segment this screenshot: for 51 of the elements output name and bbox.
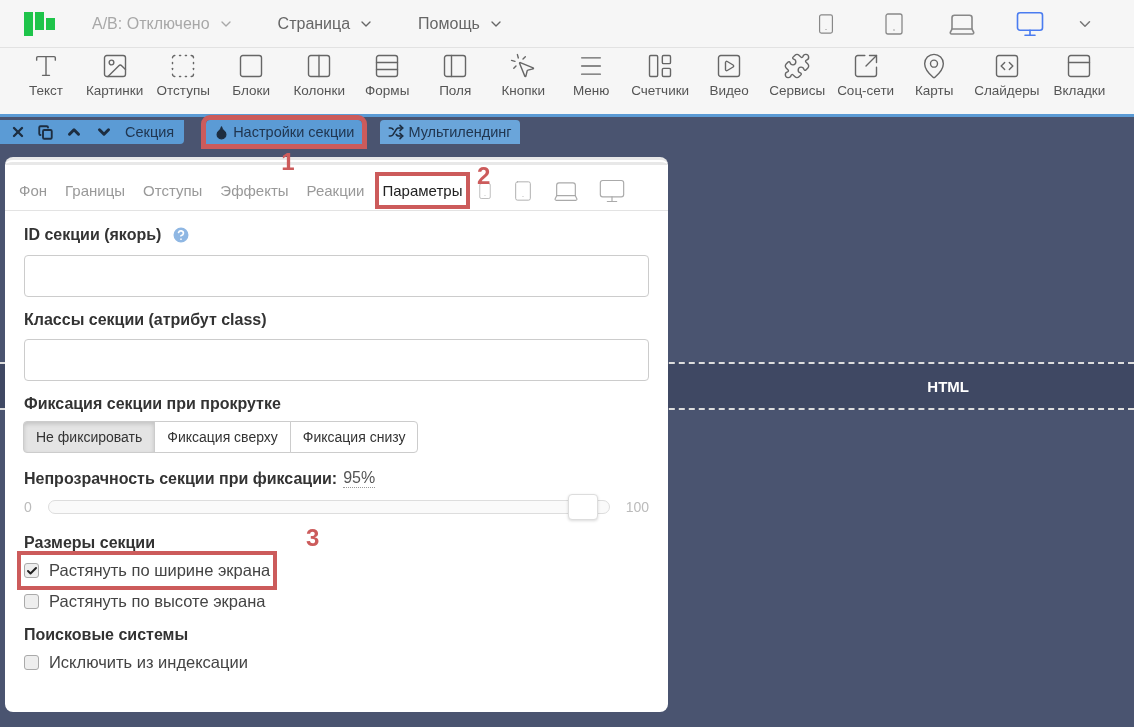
slider-thumb[interactable]: [567, 494, 598, 520]
block-label: HTML: [927, 377, 969, 395]
checkbox-option[interactable]: Исключить из индексации: [24, 650, 248, 675]
input-field[interactable]: [24, 255, 649, 297]
close-icon[interactable]: [10, 124, 26, 140]
checkbox-option[interactable]: Растянуть по высоте экрана: [24, 589, 266, 614]
section-label: Секция: [125, 124, 175, 140]
tool-button[interactable]: Формы: [353, 52, 422, 98]
checkbox[interactable]: [24, 655, 39, 670]
copy-icon[interactable]: [38, 124, 53, 140]
tool-button[interactable]: Колонки: [285, 52, 354, 98]
help-icon[interactable]: [171, 225, 192, 245]
annotation-number: 2: [477, 164, 491, 188]
tool-button[interactable]: Вкладки: [1045, 52, 1114, 98]
segment-button[interactable]: Не фиксировать: [23, 421, 156, 453]
section-tab[interactable]: Мультилендинг: [380, 120, 520, 144]
tool-button[interactable]: Блоки: [217, 52, 286, 98]
slider-max: 100: [625, 499, 649, 515]
tool-button[interactable]: Счетчики: [625, 52, 696, 98]
slider-min: 0: [24, 499, 32, 515]
menu-dropdown[interactable]: Помощь: [418, 14, 504, 33]
segment-button[interactable]: Фиксация снизу: [289, 421, 419, 453]
menu-dropdown[interactable]: Страница: [277, 14, 375, 33]
tool-button[interactable]: Текст: [12, 52, 80, 98]
tool-button[interactable]: Картинки: [80, 52, 150, 98]
slider-track[interactable]: [47, 500, 610, 514]
field-label: ID секции (якорь): [24, 226, 162, 244]
field-label: Непрозрачность секции при фиксации:: [24, 469, 338, 488]
opacity-reading: 95%: [343, 469, 376, 488]
group-title: Размеры секции: [24, 534, 156, 552]
tool-button[interactable]: Видео: [695, 52, 764, 98]
checkbox-option[interactable]: Растянуть по ширине экрана: [24, 558, 271, 583]
field-label: Классы секции (атрибут class): [24, 311, 267, 329]
logo-icon: [24, 11, 56, 36]
checkbox[interactable]: [24, 594, 39, 609]
tool-button[interactable]: Слайдеры: [968, 52, 1046, 98]
field-label: Фиксация секции при прокрутке: [24, 395, 281, 413]
segment-button[interactable]: Фиксация сверху: [154, 421, 291, 453]
tool-button[interactable]: Карты: [900, 52, 969, 98]
input-field[interactable]: [24, 339, 649, 381]
puzzle-icon: [783, 52, 812, 80]
shuffle-icon: [388, 124, 405, 140]
annotation-number: 3: [306, 526, 320, 550]
tool-button[interactable]: Меню: [557, 52, 626, 98]
tool-button[interactable]: Сервисы: [763, 52, 832, 98]
tool-button[interactable]: Отступы: [149, 52, 218, 98]
checkbox[interactable]: [24, 563, 39, 578]
group-title: Поисковые системы: [24, 626, 189, 644]
tool-button[interactable]: Соц-сети: [831, 52, 901, 98]
tool-button[interactable]: Поля: [421, 52, 490, 98]
tool-button[interactable]: Кнопки: [489, 52, 558, 98]
